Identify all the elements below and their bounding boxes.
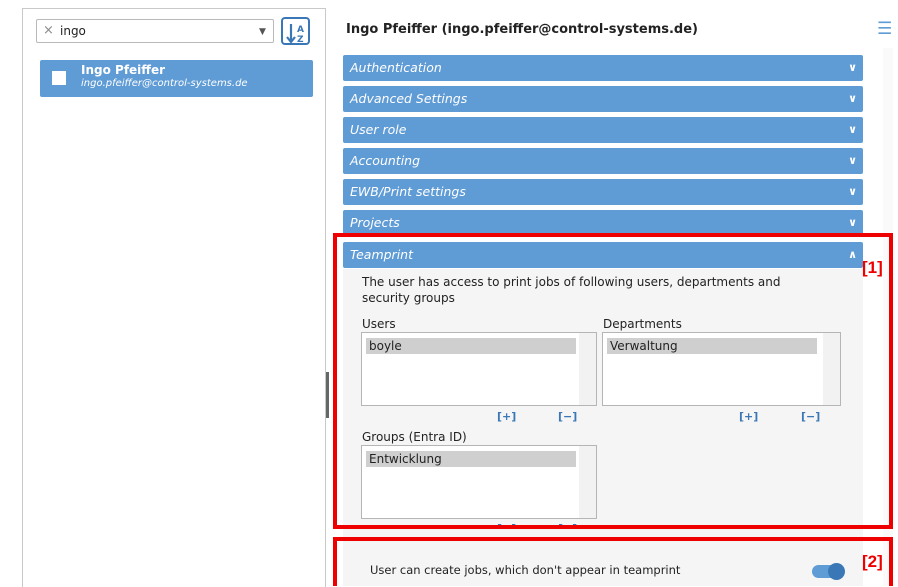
annotation-marker-2: [2] (862, 552, 883, 571)
svg-text:Z: Z (297, 35, 304, 45)
menu-icon[interactable]: ☰ (877, 19, 892, 39)
dropdown-caret-icon[interactable]: ▼ (259, 21, 266, 43)
section-label: Authentication (350, 60, 442, 75)
section-advanced-settings[interactable]: Advanced Settings ∨ (343, 86, 863, 112)
section-label: Advanced Settings (350, 91, 468, 106)
chevron-down-icon: ∨ (848, 154, 857, 167)
svg-text:A: A (297, 25, 304, 35)
search-value[interactable]: ingo (60, 21, 86, 41)
page-title: Ingo Pfeiffer (ingo.pfeiffer@control-sys… (346, 22, 698, 37)
chevron-down-icon: ∨ (848, 92, 857, 105)
user-select-checkbox[interactable] (52, 71, 66, 85)
splitter-handle[interactable] (326, 372, 329, 418)
highlight-box-2 (333, 537, 893, 586)
annotation-marker-1: [1] (862, 258, 883, 277)
section-label: EWB/Print settings (350, 184, 466, 199)
section-ewb-print-settings[interactable]: EWB/Print settings ∨ (343, 179, 863, 205)
section-user-role[interactable]: User role ∨ (343, 117, 863, 143)
clear-search-icon[interactable]: × (43, 21, 54, 41)
chevron-down-icon: ∨ (848, 61, 857, 74)
highlight-box-1 (333, 233, 893, 529)
section-authentication[interactable]: Authentication ∨ (343, 55, 863, 81)
chevron-down-icon: ∨ (848, 123, 857, 136)
user-list-item-email: ingo.pfeiffer@control-systems.de (81, 78, 248, 89)
sort-az-button[interactable]: A Z (281, 17, 310, 45)
section-accounting[interactable]: Accounting ∨ (343, 148, 863, 174)
user-list-item-name: Ingo Pfeiffer (81, 63, 166, 77)
sort-az-icon: A Z (286, 24, 304, 45)
chevron-down-icon: ∨ (848, 185, 857, 198)
section-label: Accounting (350, 153, 421, 168)
section-label: User role (350, 122, 407, 137)
